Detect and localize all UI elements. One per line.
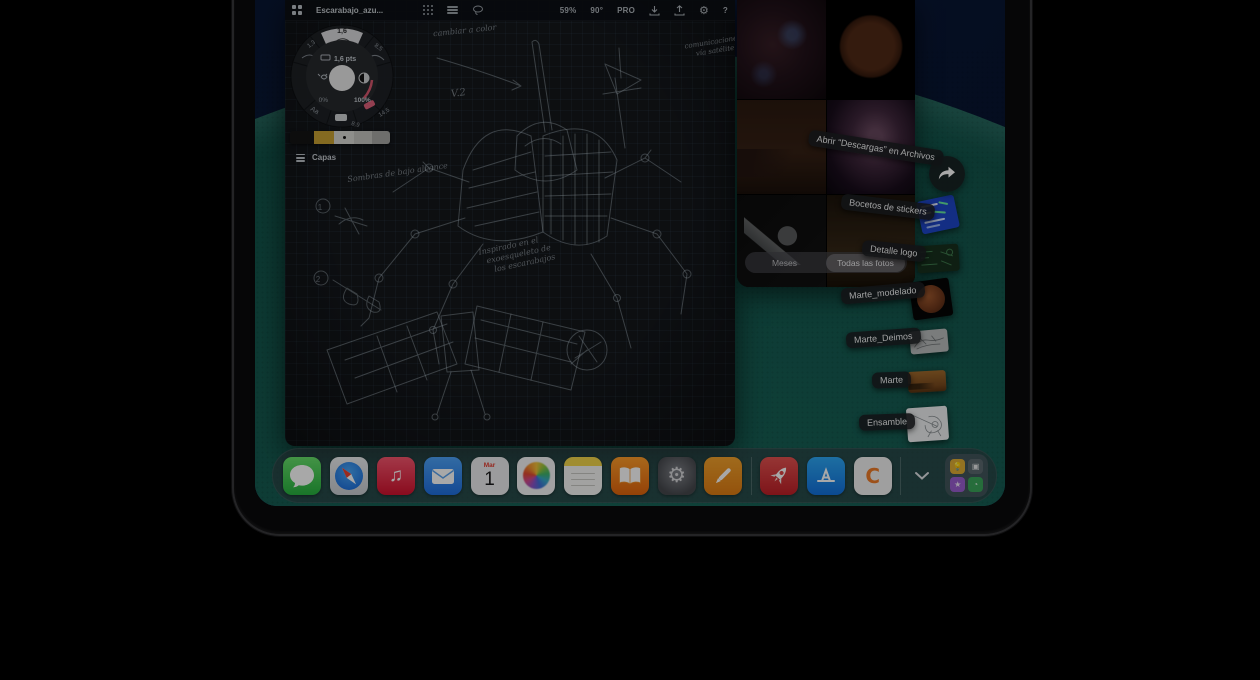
fill-tool-icon[interactable]: [335, 114, 347, 121]
drag-item-label: Ensamble: [859, 413, 916, 431]
settings-gear-glyph: ⚙: [667, 463, 686, 488]
rocket-icon: [766, 463, 792, 489]
color-swatch-bar[interactable]: [290, 131, 390, 144]
mini-app-yellow-tips: 💡: [950, 459, 965, 474]
lasso-icon[interactable]: [465, 0, 491, 20]
swatch-black[interactable]: [290, 131, 314, 144]
bottom-brush-size: 8,9: [351, 121, 361, 129]
dock-app-mail[interactable]: [424, 457, 462, 495]
safari-compass-icon: [330, 457, 368, 495]
zoom-level[interactable]: 59%: [553, 0, 584, 20]
help-icon[interactable]: ?: [716, 0, 735, 20]
dock-app-app-store[interactable]: [807, 457, 845, 495]
dock-app-rocket[interactable]: [760, 457, 798, 495]
drag-share-badge: [929, 156, 965, 192]
dock-app-music[interactable]: ♫: [377, 457, 415, 495]
color-preview[interactable]: [329, 65, 355, 91]
sketch-app-window: 1 2 cambiar a color comunicacionesvía sa…: [285, 0, 735, 446]
opacity-max: 100%: [354, 97, 371, 104]
dock-divider: [900, 457, 901, 495]
apps-grid-icon[interactable]: [285, 0, 309, 20]
photo-mars-desert[interactable]: [737, 100, 826, 194]
ipad-screen: 1 2 cambiar a color comunicacionesvía sa…: [255, 0, 1005, 506]
share-arrow-icon: [938, 166, 956, 182]
mini-app-purple-star: ★: [950, 477, 965, 492]
photo-space-probe[interactable]: [737, 195, 826, 287]
dock-app-messages[interactable]: [283, 457, 321, 495]
calendar-day: 1: [484, 470, 495, 489]
photos-flower-icon: [523, 462, 550, 489]
size-readout: 1,6 pts: [334, 56, 356, 63]
music-note-icon: ♫: [377, 457, 415, 495]
dock-app-photos[interactable]: [517, 457, 555, 495]
marketing-canvas: 1 2 cambiar a color comunicacionesvía sa…: [0, 0, 1260, 680]
document-title[interactable]: Escarabajo_azu...: [309, 0, 390, 20]
layers-menu-icon[interactable]: [296, 152, 305, 164]
settings-gear-icon[interactable]: ⚙: [692, 0, 716, 20]
c-app-glyph: C: [865, 464, 880, 488]
pro-button[interactable]: PRO: [610, 0, 642, 20]
segment-months[interactable]: Meses: [745, 254, 824, 272]
dock-app-safari[interactable]: [330, 457, 368, 495]
dock-app-books[interactable]: [611, 457, 649, 495]
radial-tool-palette[interactable]: 1,6 1,3 8,5 Aa 14,5 8,9 1,6 pts: [288, 22, 396, 130]
dock-app-c-app[interactable]: C: [854, 457, 892, 495]
dock-divider: [751, 457, 752, 495]
export-share-icon[interactable]: [667, 0, 692, 20]
circled-number-1: 1: [318, 203, 323, 212]
dock-app-linea-sketch[interactable]: [704, 457, 742, 495]
swatch-light-gray[interactable]: [354, 131, 372, 144]
photo-mars-globe[interactable]: [827, 0, 916, 99]
layers-stack-icon[interactable]: [440, 0, 465, 20]
rotation-value[interactable]: 90°: [583, 0, 610, 20]
photo-horsehead-nebula[interactable]: [737, 0, 826, 99]
pen-icon: [711, 464, 735, 488]
dock-collapse-chevron[interactable]: [907, 457, 937, 495]
dock: ♫ Mar 1 ⚙: [272, 448, 997, 503]
appstore-a-icon: [815, 465, 837, 487]
layers-label: Capas: [312, 153, 336, 162]
mini-app-green-clock: ◔: [968, 477, 983, 492]
mail-envelope-icon: [424, 457, 462, 495]
active-brush-size: 1,6: [337, 28, 347, 35]
dock-app-settings[interactable]: ⚙: [658, 457, 696, 495]
thumb-mars-landscape: [907, 370, 946, 393]
annotation-version: V.2: [450, 87, 467, 101]
dock-app-notes[interactable]: [564, 457, 602, 495]
opacity-min: 0%: [319, 97, 329, 104]
swatch-selected[interactable]: [334, 131, 354, 144]
download-icon[interactable]: [642, 0, 667, 20]
swatch-gold[interactable]: [314, 131, 334, 144]
books-icon: [618, 466, 642, 486]
circled-number-2: 2: [316, 275, 321, 284]
sketch-toolbar: Escarabajo_azu... 59% 90° PRO ⚙ ?: [285, 0, 735, 21]
chevron-down-icon: [914, 471, 930, 480]
dock-app-library[interactable]: 💡 ▣ ★ ◔: [945, 454, 988, 497]
drag-item-label: Marte: [872, 371, 912, 388]
grid-settings-icon[interactable]: [416, 0, 440, 20]
messages-bubble-icon: [283, 457, 321, 495]
dock-app-calendar[interactable]: Mar 1: [471, 457, 509, 495]
mini-app-gray-camera: ▣: [968, 459, 983, 474]
swatch-gray[interactable]: [372, 131, 390, 144]
